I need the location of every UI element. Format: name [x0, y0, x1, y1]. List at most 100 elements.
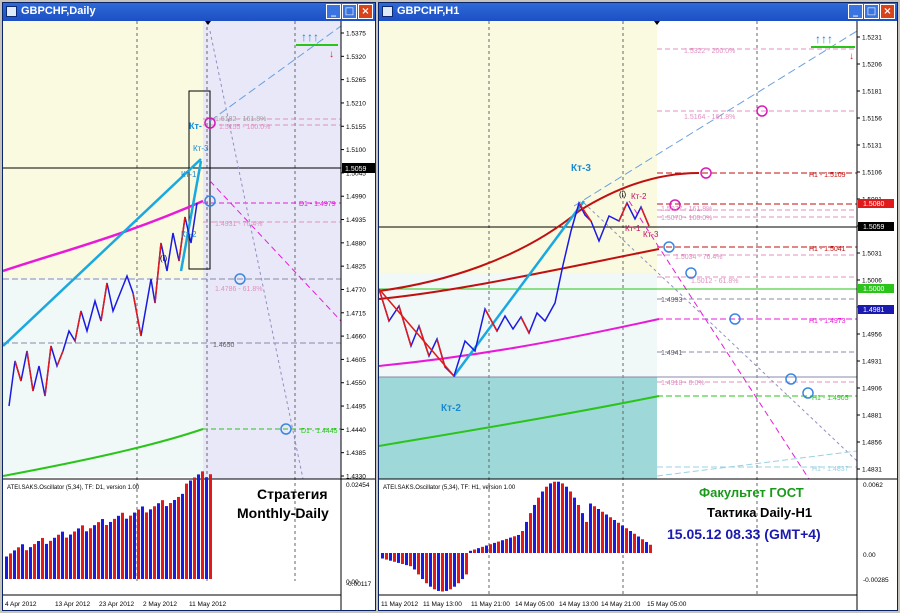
oscillator-bar — [381, 553, 384, 559]
daily-window-title: GBPCHF,Daily — [21, 5, 96, 17]
oscillator-bar — [545, 486, 548, 553]
oscillator-bar — [485, 545, 488, 553]
oscillator-bar — [105, 525, 108, 579]
oscillator-bar — [125, 518, 128, 579]
price-tick-label: 1.4990 — [346, 194, 366, 201]
h1-fib-label: 1.5012 - 61.8% — [691, 278, 738, 285]
oscillator-bar — [101, 519, 104, 579]
h1-kt3b-label: Кт-3 — [643, 230, 659, 239]
daily-osc-zero: 0.00 — [346, 579, 359, 586]
price-tick-label: 1.4660 — [346, 334, 366, 341]
oscillator-bar — [21, 544, 24, 579]
h1-window-titlebar[interactable]: GBPCHF,H1 _ □ × — [379, 3, 897, 21]
h1-osc-scale-zero: 0.00 — [863, 552, 876, 559]
h1-chart-window[interactable]: GBPCHF,H1 _ □ × 1.5322 - 200.0% 1.5164 -… — [378, 2, 898, 611]
oscillator-bar — [641, 539, 644, 553]
price-tick-label: 1.4385 — [346, 450, 366, 457]
price-tick-label: 1.4856 — [862, 440, 882, 447]
oscillator-bar — [421, 553, 424, 580]
h1-teal-zone — [379, 377, 657, 479]
oscillator-bar — [141, 506, 144, 579]
oscillator-bar — [473, 549, 476, 553]
oscillator-bar — [541, 491, 544, 553]
oscillator-bar — [533, 504, 536, 553]
daily-fib-label: 1.5155 - 100.0% — [219, 124, 270, 131]
daily-wave-label: (i) — [160, 254, 167, 263]
oscillator-bar — [637, 536, 640, 553]
h1-fib-label: 1.5034 - 76.4% — [675, 254, 722, 261]
price-tick-label: 1.5375 — [346, 31, 366, 38]
price-tick-label: 1.4880 — [346, 240, 366, 247]
daily-chart-window[interactable]: GBPCHF,Daily _ □ × 1.5182 - 161.8% 1.515… — [2, 2, 376, 611]
oscillator-bar — [173, 499, 176, 579]
oscillator-bar — [89, 528, 92, 579]
oscillator-bar — [581, 513, 584, 553]
minimize-button[interactable]: _ — [326, 4, 341, 19]
oscillator-bar — [189, 480, 192, 579]
oscillator-bar — [517, 534, 520, 553]
h1-level-label: 1.4993 — [661, 297, 683, 304]
oscillator-bar — [117, 515, 120, 579]
h1-kt1-label: Кт-1 — [625, 224, 641, 233]
close-button[interactable]: × — [880, 4, 895, 19]
oscillator-bar — [161, 500, 164, 579]
maximize-button[interactable]: □ — [342, 4, 357, 19]
oscillator-bar — [489, 544, 492, 553]
oscillator-bar — [409, 553, 412, 567]
oscillator-bar — [389, 553, 392, 561]
daily-kt-label: Кт- — [189, 121, 202, 131]
daily-window-titlebar[interactable]: GBPCHF,Daily _ □ × — [3, 3, 375, 21]
daily-up-arrows: ↑↑↑ — [301, 30, 319, 44]
h1-window-title: GBPCHF,H1 — [397, 5, 460, 17]
oscillator-bar — [77, 528, 80, 579]
oscillator-bar — [413, 553, 416, 570]
h1-h1-label: H1 - 1.4905 — [812, 395, 849, 402]
h1-oscillator-bars — [381, 481, 652, 592]
daily-kt3-label: Кт-3 — [193, 144, 209, 153]
oscillator-bar — [561, 483, 564, 553]
h1-h1-label: H1 - 1.5041 — [809, 246, 846, 253]
daily-level-label: 1.4650 — [213, 342, 235, 349]
minimize-button[interactable]: _ — [848, 4, 863, 19]
price-tick-label: 1.5181 — [862, 89, 882, 96]
daily-down-arrow: ↓ — [329, 49, 334, 60]
oscillator-bar — [73, 531, 76, 579]
price-tick-label: 1.5206 — [862, 62, 882, 69]
daily-kt2-label: Кт-2 — [181, 230, 197, 239]
h1-h1-label: H1 - 1.4837 — [812, 466, 849, 473]
maximize-button[interactable]: □ — [864, 4, 879, 19]
price-tick-label: 1.5265 — [346, 77, 366, 84]
price-tick-label: 1.4825 — [346, 264, 366, 271]
h1-osc-title: ATEI.SAKS.Oscillator (5,34), TF: H1, ver… — [383, 485, 516, 491]
oscillator-bar — [65, 537, 68, 579]
oscillator-bar — [165, 506, 168, 579]
oscillator-bar — [537, 497, 540, 553]
daily-osc-scale-top: 0.02454 — [346, 482, 370, 489]
oscillator-bar — [197, 474, 200, 579]
date-label: 11 May 21:00 — [471, 601, 510, 608]
h1-kt2-big-label: Кт-2 — [441, 403, 461, 414]
oscillator-bar — [45, 543, 48, 579]
oscillator-bar — [565, 486, 568, 553]
h1-fib-label: 1.5322 - 200.0% — [684, 48, 735, 55]
oscillator-bar — [393, 553, 396, 562]
oscillator-bar — [137, 509, 140, 579]
oscillator-bar — [549, 483, 552, 553]
close-button[interactable]: × — [358, 4, 373, 19]
h1-chart-plot[interactable]: 1.5322 - 200.0% 1.5164 - 161.8% H1 - 1.5… — [379, 21, 897, 610]
oscillator-bar — [53, 537, 56, 579]
oscillator-bar — [605, 514, 608, 553]
daily-chart-plot[interactable]: 1.5182 - 161.8% 1.5155 - 100.0% D1 - 1.4… — [3, 21, 375, 610]
price-tick-label: 1.4440 — [346, 427, 366, 434]
oscillator-bar — [405, 553, 408, 566]
price-tick-label: 1.5106 — [862, 170, 882, 177]
daily-fib-label: 1.4786 - 61.8% — [215, 286, 262, 293]
daily-future-zone — [203, 21, 341, 479]
price-tick-label: 1.4906 — [862, 386, 882, 393]
price-tick-label: 1.4770 — [346, 287, 366, 294]
daily-osc-title: ATEI.SAKS.Oscillator (5,34), TF: D1, ver… — [7, 485, 140, 491]
oscillator-bar — [133, 512, 136, 579]
h1-fib-label: 1.4918 - 0.0% — [661, 380, 705, 387]
h1-fib-label: 1.5070 - 100.0% — [661, 215, 712, 222]
price-tick-label: 1.5100 — [346, 147, 366, 154]
